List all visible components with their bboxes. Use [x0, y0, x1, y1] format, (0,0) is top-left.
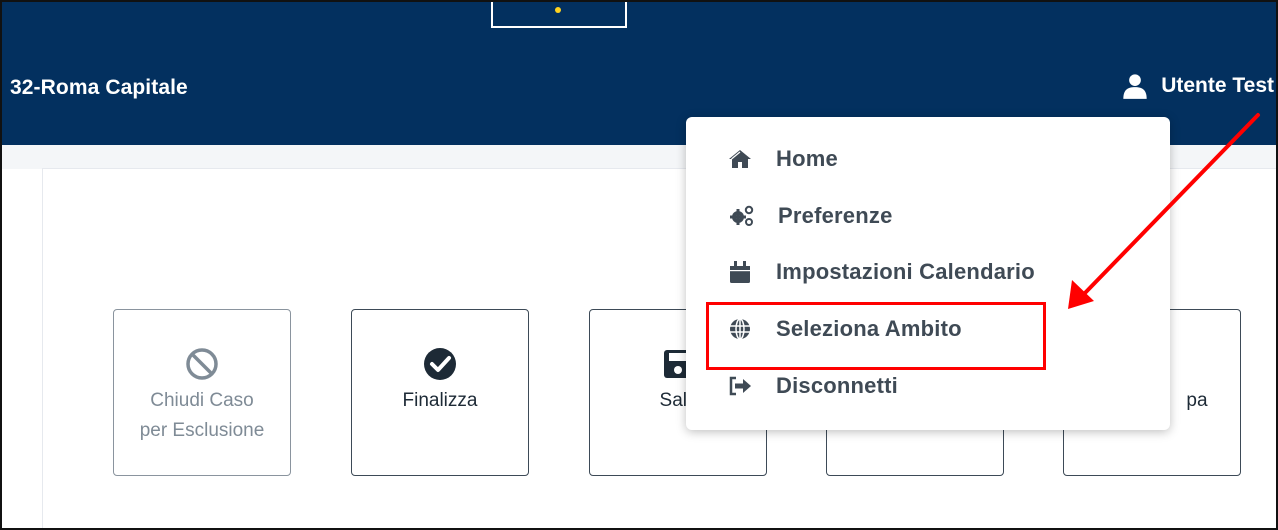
organization-title: 32-Roma Capitale	[10, 76, 188, 99]
menu-item-label: Home	[776, 146, 838, 171]
annotation-highlight-box	[706, 302, 1046, 370]
button-label: Chiudi Caso	[150, 390, 254, 411]
ban-icon	[186, 348, 218, 380]
user-icon	[1123, 74, 1147, 99]
user-menu-toggle[interactable]: Utente Test	[1121, 72, 1274, 100]
logo-star-icon	[555, 7, 561, 13]
finalize-button[interactable]: Finalizza	[351, 309, 529, 476]
user-name: Utente Test	[1161, 74, 1274, 97]
calendar-icon	[730, 261, 750, 283]
logo[interactable]	[491, 2, 627, 28]
menu-item-label: Preferenze	[778, 203, 893, 228]
close-case-exclusion-button[interactable]: Chiudi Caso per Esclusione	[113, 309, 291, 476]
menu-item-logout[interactable]: Disconnetti	[728, 373, 898, 399]
sign-out-icon	[729, 376, 751, 396]
gears-icon	[730, 205, 754, 226]
button-label: Finalizza	[402, 390, 478, 411]
menu-item-preferences[interactable]: Preferenze	[730, 203, 893, 229]
button-label: per Esclusione	[139, 420, 265, 441]
menu-item-calendar-settings[interactable]: Impostazioni Calendario	[728, 259, 1035, 285]
app-window: 32-Roma Capitale Utente Test Chiudi Caso…	[0, 0, 1278, 530]
menu-item-label: Impostazioni Calendario	[776, 259, 1035, 284]
menu-item-label: Disconnetti	[776, 373, 898, 398]
user-dropdown-menu: Home Preferenze Impostazioni Calendario	[686, 117, 1170, 430]
check-circle-icon	[424, 348, 456, 380]
home-icon	[729, 150, 751, 168]
menu-item-home[interactable]: Home	[728, 146, 838, 172]
